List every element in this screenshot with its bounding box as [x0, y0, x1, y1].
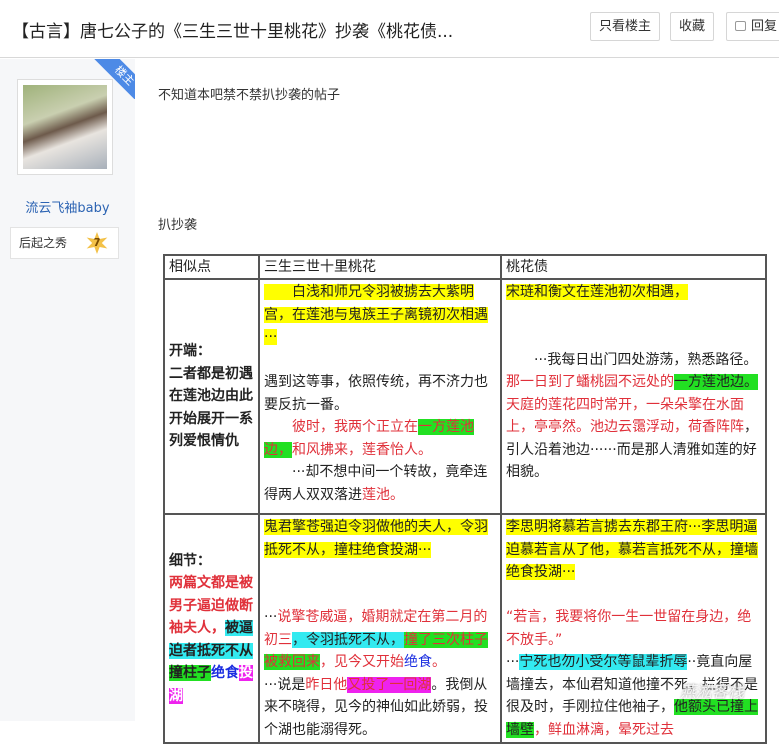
table-row: 细节： 两篇文都是被男子逼迫做断袖夫人，被逼迫者抵死不从撞柱子绝食投湖 鬼君擎苍强迫…	[163, 513, 767, 744]
text-segment: 绝食	[211, 665, 239, 682]
paragraph: 开端：	[169, 340, 254, 363]
text-segment: 二者都是初遇在莲池边由此开始展开一系列爱恨情仇	[169, 365, 253, 450]
highlighted-text: ，令羽抵死不从，	[292, 631, 404, 648]
username-link[interactable]: 流云飞袖baby	[0, 197, 135, 216]
highlighted-text: 李思明将慕若言掳去东郡王府···李思明逼迫慕若言从了他，慕若言抵死不从，撞墙绝食…	[506, 519, 758, 580]
header-cell: 桃花债	[500, 254, 767, 280]
post-text-line: 扒抄袭	[158, 218, 198, 233]
text-segment: 。	[432, 654, 446, 670]
table-row: 开端： 二者都是初遇在莲池边由此开始展开一系列爱恨情仇 白浅和师兄令羽被掳去大紫明…	[163, 278, 767, 515]
table-header-row: 相似点 三生三世十里桃花 桃花债	[163, 254, 767, 280]
text-segment: 那一日到了蟠桃园不远处的	[506, 374, 674, 390]
paragraph: 李思明将慕若言掳去东郡王府···李思明逼迫慕若言从了他，慕若言抵死不从，撞墙绝食…	[506, 516, 761, 584]
paragraph	[264, 561, 496, 584]
similarity-cell: 开端： 二者都是初遇在莲池边由此开始展开一系列爱恨情仇	[163, 278, 260, 515]
avatar[interactable]	[17, 79, 113, 175]
text-segment: ···说是	[264, 676, 306, 693]
thread-header: 【古言】唐七公子的《三生三世十里桃花》抄袭《桃花债... 只看楼主 收藏 回复	[0, 0, 779, 58]
reply-button[interactable]: 回复	[726, 12, 779, 41]
thread-title: 【古言】唐七公子的《三生三世十里桃花》抄袭《桃花债...	[12, 22, 454, 42]
post-text-line: 不知道本吧禁不禁扒抄袭的帖子	[158, 88, 341, 103]
paragraph	[264, 584, 496, 607]
paragraph	[506, 304, 761, 327]
only-op-button[interactable]: 只看楼主	[590, 12, 661, 41]
paragraph: ···说擎苍威逼，婚期就定在第二月的初三，令羽抵死不从，撞了三次柱子被救回来，见…	[264, 606, 496, 674]
paragraph: ···说是昨日他又投了一回湖。我倒从来不晓得，见今的神仙如此娇弱，投个湖也能溺得…	[264, 674, 496, 742]
text-segment: ···我每日出门四处游荡，熟悉路径。	[506, 351, 758, 368]
excerpt-cell: 李思明将慕若言掳去东郡王府···李思明逼迫慕若言从了他，慕若言抵死不从，撞墙绝食…	[500, 513, 767, 744]
highlighted-text: 又投了一回湖	[347, 676, 432, 693]
text-segment: ···	[506, 654, 520, 670]
level-badge[interactable]: 后起之秀 7	[10, 227, 119, 259]
highlighted-text: 撞柱子	[169, 665, 211, 682]
level-star-icon: 7	[86, 232, 108, 254]
text-segment: ，见今又开始	[320, 654, 404, 670]
text-segment: 细节：	[169, 552, 211, 569]
avatar-image	[23, 85, 107, 169]
excerpt-cell: 鬼君擎苍强迫令羽做他的夫人，令羽抵死不从，撞柱绝食投湖··· ···说擎苍威逼，婚…	[258, 513, 502, 744]
highlighted-text: 一方莲池边。	[674, 374, 758, 390]
highlighted-text: 宁死也勿小受尔等鼠辈折辱	[519, 654, 688, 670]
text-segment: 莲池。	[362, 486, 404, 503]
text-segment: 天庭的莲花四时常开，一朵朵擎在水面上，亭亭然。池边云霭浮动，荷香阵阵	[506, 396, 744, 436]
reply-icon	[735, 21, 746, 31]
comparison-table: 相似点 三生三世十里桃花 桃花债 开端： 二者都是初遇在莲池边由此开始展开一系列爱…	[163, 254, 767, 744]
paragraph: 二者都是初遇在莲池边由此开始展开一系列爱恨情仇	[169, 363, 254, 453]
paragraph: 彼时，我两个正立在一方莲池边，和风拂来，莲香怡人。	[264, 416, 496, 461]
highlighted-text: 宋琏和衡文在莲池初次相遇，	[506, 284, 688, 300]
paragraph	[506, 584, 761, 607]
text-segment: 和风拂来，莲香怡人。	[292, 441, 432, 458]
paragraph: 两篇文都是被男子逼迫做断袖夫人，被逼迫者抵死不从撞柱子绝食投湖	[169, 572, 254, 707]
paragraph: 细节：	[169, 550, 254, 573]
excerpt-cell: 宋琏和衡文在莲池初次相遇， ···我每日出门四处游荡，熟悉路径。那一日到了蟠桃园…	[500, 278, 767, 515]
level-title: 后起之秀	[19, 236, 68, 250]
paragraph	[506, 326, 761, 349]
paragraph: “若言，我要将你一生一世留在身边，绝不放手。”	[506, 606, 761, 651]
paragraph: ···我每日出门四处游荡，熟悉路径。那一日到了蟠桃园不远处的一方莲池边。天庭的莲…	[506, 349, 761, 484]
reply-label: 回复	[751, 19, 778, 34]
paragraph	[264, 349, 496, 372]
paragraph: ···却不想中间一个转故，竟牵连得两人双双落进莲池。	[264, 461, 496, 506]
paragraph: 遇到这等事，依照传统，再不济力也要反抗一番。	[264, 371, 496, 416]
text-segment: “若言，我要将你一生一世留在身边，绝不放手。”	[506, 609, 752, 648]
excerpt-cell: 白浅和师兄令羽被掳去大紫明宫，在莲池与鬼族王子离镜初次相遇··· 遇到这等事，依照…	[258, 278, 502, 515]
highlighted-text: 白浅和师兄令羽被掳去大紫明宫，在莲池与鬼族王子离镜初次相遇···	[264, 284, 488, 345]
text-segment: 开端：	[169, 343, 211, 360]
text-segment: 绝食	[404, 654, 432, 670]
text-segment: 昨日他	[305, 676, 348, 693]
highlighted-text: 鬼君擎苍强迫令羽做他的夫人，令羽抵死不从，撞柱绝食投湖···	[264, 519, 488, 558]
similarity-cell: 细节： 两篇文都是被男子逼迫做断袖夫人，被逼迫者抵死不从撞柱子绝食投湖	[163, 513, 260, 744]
text-segment: 遇到这等事，依照传统，再不济力也要反抗一番。	[264, 374, 488, 413]
paragraph: 鬼君擎苍强迫令羽做他的夫人，令羽抵死不从，撞柱绝食投湖···	[264, 516, 496, 561]
text-segment: ，鲜血淋漓，晕死过去	[534, 721, 674, 738]
watermark: 燕淞客栈	[680, 682, 745, 701]
text-segment: ···	[264, 609, 278, 625]
paragraph: 白浅和师兄令羽被掳去大紫明宫，在莲池与鬼族王子离镜初次相遇···	[264, 281, 496, 349]
header-cell: 三生三世十里桃花	[258, 254, 502, 280]
text-segment: 彼时，我两个正立在	[264, 419, 418, 435]
favorite-button[interactable]: 收藏	[670, 12, 715, 41]
header-cell: 相似点	[163, 254, 260, 280]
paragraph: 宋琏和衡文在莲池初次相遇，	[506, 281, 761, 304]
